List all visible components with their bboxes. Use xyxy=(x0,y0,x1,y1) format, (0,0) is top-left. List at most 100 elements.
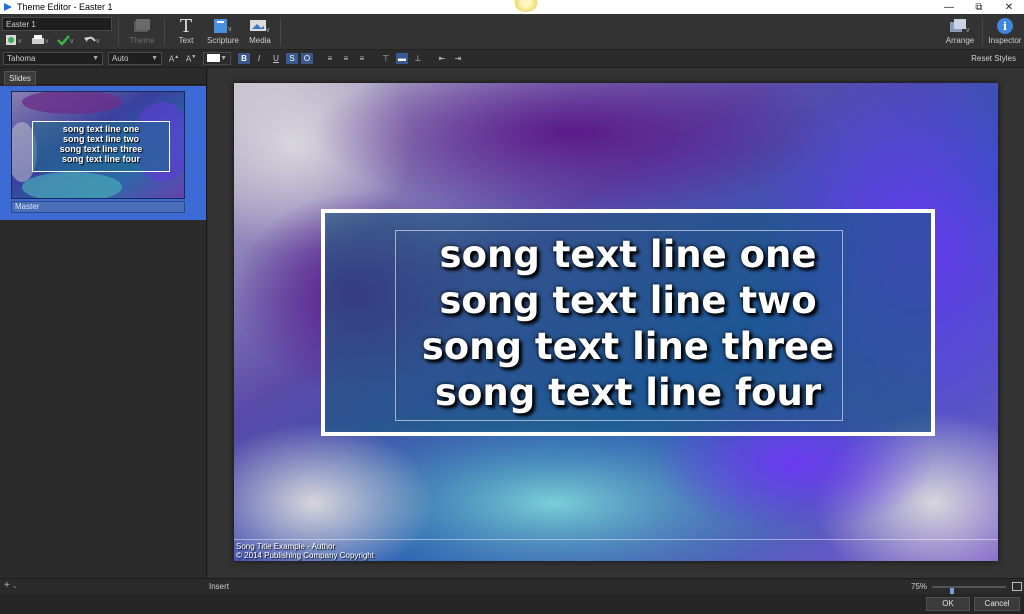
ok-button[interactable]: OK xyxy=(926,597,970,611)
reset-styles-button[interactable]: Reset Styles xyxy=(971,54,1016,63)
decrease-indent-button[interactable]: ⇤ xyxy=(436,53,448,64)
ribbon-separator xyxy=(118,18,119,46)
align-center-icon: ≡ xyxy=(343,54,349,63)
song-line-1: song text line one xyxy=(439,233,817,276)
text-button-label: Text xyxy=(178,36,194,45)
align-center-button[interactable]: ≡ xyxy=(340,53,352,64)
svg-text:v: v xyxy=(966,27,970,34)
align-left-icon: ≡ xyxy=(327,54,333,63)
undo-icon: v xyxy=(84,36,100,45)
slide-title-label[interactable]: Master xyxy=(11,201,185,213)
bold-button[interactable]: B xyxy=(238,53,250,64)
scripture-button[interactable]: v Scripture xyxy=(206,16,240,48)
indent-icon: ⇥ xyxy=(454,54,462,63)
restore-button[interactable]: ⧉ xyxy=(964,0,994,14)
theme-name-input[interactable] xyxy=(2,17,112,31)
text-color-picker[interactable]: ▼ xyxy=(203,52,231,65)
inspector-button[interactable]: i Inspector xyxy=(988,16,1022,48)
align-right-button[interactable]: ≡ xyxy=(356,53,368,64)
footer-copyright[interactable]: © 2014 Publishing Company Copyright xyxy=(236,551,374,560)
slide-canvas-area: song text line one song text line two so… xyxy=(208,68,1024,578)
thumbnail-line-2: song text line two xyxy=(62,134,139,144)
font-family-select[interactable]: Tahoma ▼ xyxy=(3,52,103,65)
slides-panel: Slides song text line one song text line… xyxy=(0,68,207,578)
add-slide-button[interactable]: + ⌄ xyxy=(4,580,18,591)
slides-list: song text line one song text line two so… xyxy=(0,86,206,220)
font-size-select[interactable]: Auto ▼ xyxy=(108,52,162,65)
song-line-4: song text line four xyxy=(434,371,822,414)
chevron-down-icon: ▼ xyxy=(220,55,227,62)
dialog-button-bar: OK Cancel xyxy=(0,594,1024,614)
print-button[interactable]: v xyxy=(30,34,50,46)
decrease-font-size-button[interactable]: A▼ xyxy=(184,53,198,64)
scripture-button-label: Scripture xyxy=(206,36,239,45)
media-button[interactable]: v Media xyxy=(246,16,274,48)
color-swatch-icon xyxy=(207,54,220,62)
text-button[interactable]: T Text xyxy=(172,16,200,48)
title-bar: Theme Editor - Easter 1 — ⧉ ✕ xyxy=(0,0,1024,14)
tab-slides[interactable]: Slides xyxy=(4,71,36,85)
footer-guide-line xyxy=(234,539,998,540)
thumbnail-line-1: song text line one xyxy=(62,124,140,134)
valign-top-icon: ⊤ xyxy=(382,54,390,63)
font-size-value: Auto xyxy=(112,54,129,63)
ribbon-separator xyxy=(280,18,281,46)
fit-to-window-icon[interactable] xyxy=(1012,582,1022,591)
song-line-2: song text line two xyxy=(439,279,817,322)
slide-text-box[interactable]: song text line one song text line two so… xyxy=(321,209,935,436)
slide-thumbnail[interactable]: song text line one song text line two so… xyxy=(11,91,185,199)
info-icon: i xyxy=(997,18,1013,34)
format-toolbar: Tahoma ▼ Auto ▼ A▲ A▼ ▼ B I U S O ≡ ≡ ≡ … xyxy=(0,50,1024,68)
arrange-button[interactable]: v Arrange xyxy=(944,16,976,48)
svg-text:v: v xyxy=(228,26,232,33)
spellcheck-button[interactable]: v xyxy=(56,34,76,46)
media-button-label: Media xyxy=(249,36,271,45)
window-title: Theme Editor - Easter 1 xyxy=(17,2,113,12)
align-left-button[interactable]: ≡ xyxy=(324,53,336,64)
app-logo-icon xyxy=(4,3,12,11)
theme-button-label: Theme xyxy=(129,36,155,45)
svg-text:v: v xyxy=(96,38,100,45)
new-slide-button[interactable]: v xyxy=(4,34,24,46)
valign-bottom-icon: ⊥ xyxy=(414,54,422,63)
minimize-icon: — xyxy=(944,1,954,13)
thumbnail-line-4: song text line four xyxy=(61,154,140,164)
increase-indent-button[interactable]: ⇥ xyxy=(452,53,464,64)
status-bar: + ⌄ Insert 75% xyxy=(0,578,1024,598)
zoom-level: 75% xyxy=(911,582,928,591)
strikethrough-button[interactable]: S xyxy=(286,53,298,64)
valign-bottom-button[interactable]: ⊥ xyxy=(412,53,424,64)
arrange-icon: v xyxy=(950,19,970,34)
align-right-icon: ≡ xyxy=(359,54,365,63)
ribbon-toolbar: v v v v Theme T Text v Scripture xyxy=(0,14,1024,50)
song-line-3: song text line three xyxy=(421,325,835,368)
italic-button[interactable]: I xyxy=(253,53,265,64)
text-icon: T xyxy=(179,15,192,37)
outline-button[interactable]: O xyxy=(301,53,313,64)
restore-icon: ⧉ xyxy=(975,1,983,13)
undo-button[interactable]: v xyxy=(82,34,102,46)
zoom-slider[interactable] xyxy=(932,586,1006,598)
thumbnail-line-3: song text line three xyxy=(59,144,143,154)
printer-icon: v xyxy=(32,35,49,45)
valign-middle-button[interactable]: ▬ xyxy=(396,53,408,64)
underline-button[interactable]: U xyxy=(270,53,282,64)
close-button[interactable]: ✕ xyxy=(994,0,1024,14)
ribbon-separator xyxy=(982,18,983,46)
slide-canvas[interactable]: song text line one song text line two so… xyxy=(234,83,998,561)
minimize-button[interactable]: — xyxy=(934,0,964,14)
font-family-value: Tahoma xyxy=(7,54,36,63)
theme-button[interactable]: Theme xyxy=(126,16,158,48)
chevron-down-icon: ▼ xyxy=(92,55,99,62)
ribbon-separator xyxy=(164,18,165,46)
outdent-icon: ⇤ xyxy=(438,54,446,63)
font-grow-icon: A▲ xyxy=(168,53,180,64)
scripture-icon: v xyxy=(214,19,232,33)
inspector-button-label: Inspector xyxy=(988,36,1022,45)
valign-top-button[interactable]: ⊤ xyxy=(380,53,392,64)
increase-font-size-button[interactable]: A▲ xyxy=(167,53,181,64)
close-icon: ✕ xyxy=(1004,1,1014,13)
svg-text:v: v xyxy=(70,38,74,45)
footer-song-title[interactable]: Song Title Example - Author xyxy=(236,542,335,551)
cancel-button[interactable]: Cancel xyxy=(974,597,1020,611)
